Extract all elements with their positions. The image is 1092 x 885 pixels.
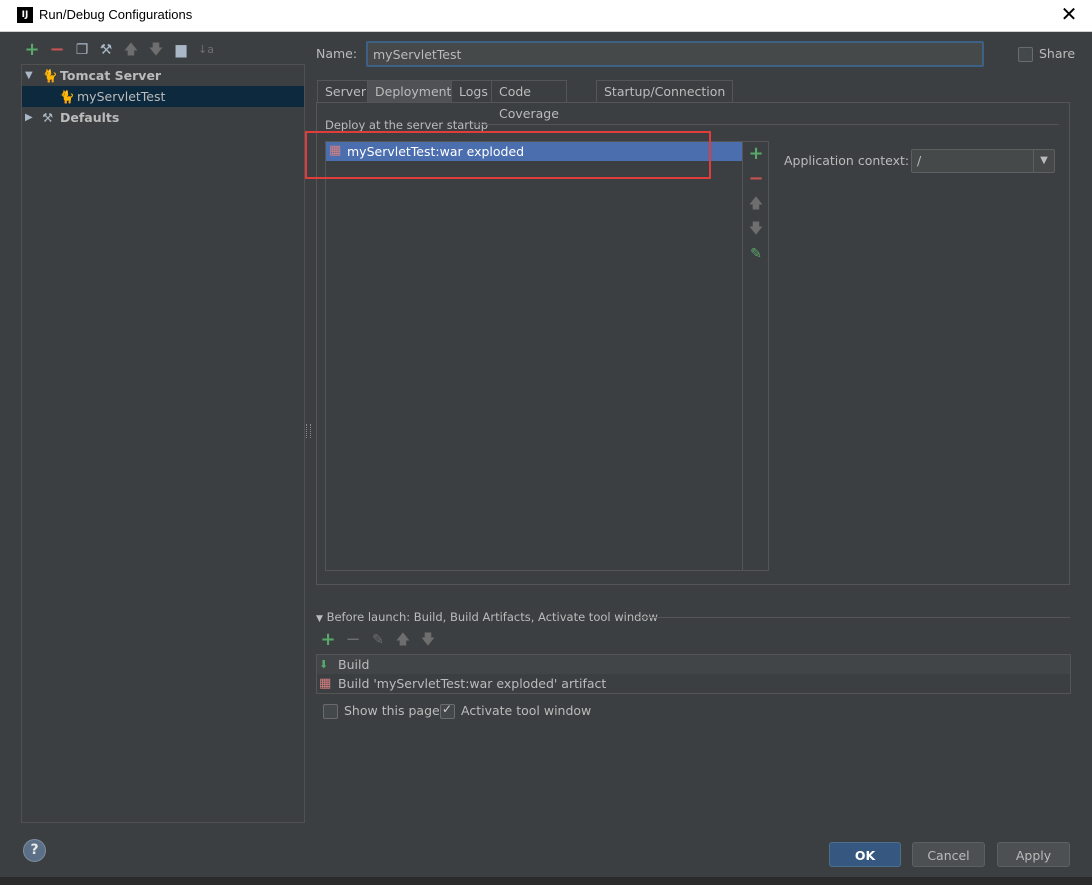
config-tree: ▼ 🐈 Tomcat Server 🐈 myServletTest ▶ ⚒ De…	[21, 64, 305, 823]
list-item[interactable]: ⬇ Build	[317, 655, 1070, 674]
tree-item-tomcat-server[interactable]: ▼ 🐈 Tomcat Server	[22, 65, 304, 86]
folder-icon[interactable]: ▆	[173, 42, 189, 58]
wrench-icon: ⚒	[42, 110, 54, 125]
move-up-icon[interactable]: 🡅	[123, 42, 139, 58]
expand-arrow-icon[interactable]: ▼	[25, 65, 33, 86]
name-label: Name:	[316, 46, 358, 61]
activate-tool-window-checkbox[interactable]	[440, 702, 455, 719]
before-launch-list: ⬇ Build ▦ Build 'myServletTest:war explo…	[316, 654, 1071, 694]
deploy-side-toolbar: + − 🡅 🡇 ✎	[742, 141, 769, 571]
tree-item-label: myServletTest	[77, 89, 166, 104]
remove-icon[interactable]: −	[345, 631, 361, 649]
move-up-icon[interactable]: 🡅	[395, 632, 411, 648]
left-edge	[0, 31, 10, 877]
show-page-checkbox[interactable]	[323, 704, 338, 719]
close-icon[interactable]: ✕	[1058, 3, 1080, 25]
collapse-arrow-icon[interactable]: ▶	[25, 107, 33, 128]
cancel-button[interactable]: Cancel	[912, 842, 985, 867]
build-icon: ⬇	[319, 658, 329, 671]
show-page-label: Show this page	[344, 703, 440, 718]
tab-startup-connection[interactable]: Startup/Connection	[596, 80, 734, 103]
add-icon[interactable]: +	[320, 631, 336, 649]
move-down-icon[interactable]: 🡇	[148, 42, 164, 58]
tab-deployment[interactable]: Deployment	[367, 80, 460, 103]
deploy-section-label: Deploy at the server startup	[325, 118, 489, 132]
app-context-select[interactable]: / ▼	[911, 149, 1055, 173]
name-field[interactable]	[366, 41, 984, 67]
share-checkbox[interactable]	[1018, 47, 1033, 62]
tree-item-label: Tomcat Server	[60, 68, 162, 83]
list-item[interactable]: ▦ Build 'myServletTest:war exploded' art…	[317, 674, 1070, 693]
section-divider	[473, 124, 1059, 125]
ok-button[interactable]: OK	[829, 842, 901, 867]
artifact-icon: ▦	[319, 676, 332, 691]
section-divider	[636, 617, 1070, 618]
tab-logs[interactable]: Logs	[451, 80, 496, 103]
list-item-label: Build 'myServletTest:war exploded' artif…	[338, 676, 607, 691]
add-icon[interactable]: +	[24, 41, 40, 59]
window-bottom-edge	[0, 877, 1092, 885]
copy-icon[interactable]: ❐	[74, 42, 90, 58]
wrench-icon[interactable]: ⚒	[98, 42, 114, 58]
tomcat-icon: 🐈	[42, 68, 58, 83]
window-title: Run/Debug Configurations	[39, 7, 193, 22]
title-bar: IJ Run/Debug Configurations ✕	[0, 0, 1092, 32]
app-context-label: Application context:	[784, 153, 910, 168]
move-down-icon[interactable]: 🡇	[748, 221, 764, 237]
tree-item-label: Defaults	[60, 110, 120, 125]
edit-icon[interactable]: ✎	[748, 246, 764, 262]
apply-button[interactable]: Apply	[997, 842, 1070, 867]
add-icon[interactable]: +	[748, 145, 764, 163]
help-button[interactable]: ?	[23, 839, 46, 862]
move-down-icon[interactable]: 🡇	[420, 632, 436, 648]
before-launch-title: Before launch: Build, Build Artifacts, A…	[326, 610, 658, 624]
app-context-value: /	[917, 153, 922, 168]
collapse-arrow-icon: ▼	[316, 614, 323, 624]
activate-tool-window-label: Activate tool window	[461, 703, 592, 718]
before-launch-header[interactable]: ▼ Before launch: Build, Build Artifacts,…	[316, 610, 658, 624]
tab-code-coverage[interactable]: Code Coverage	[491, 80, 567, 121]
highlight-box	[305, 131, 711, 179]
list-item-label: Build	[338, 657, 370, 672]
move-up-icon[interactable]: 🡅	[748, 196, 764, 212]
tomcat-icon: 🐈	[59, 89, 75, 104]
remove-icon[interactable]: −	[49, 41, 65, 59]
deploy-list	[325, 141, 743, 571]
chevron-down-icon[interactable]: ▼	[1033, 150, 1054, 172]
share-label: Share	[1039, 46, 1076, 61]
tab-server[interactable]: Server	[317, 80, 374, 103]
intellij-app-icon: IJ	[17, 7, 33, 23]
splitter-handle[interactable]	[306, 424, 311, 438]
remove-icon[interactable]: −	[748, 170, 764, 188]
edit-icon[interactable]: ✎	[370, 632, 386, 648]
sort-icon[interactable]: ↓a	[198, 42, 214, 58]
tree-item-myservlettest[interactable]: 🐈 myServletTest	[22, 86, 304, 107]
tree-item-defaults[interactable]: ▶ ⚒ Defaults	[22, 107, 304, 128]
